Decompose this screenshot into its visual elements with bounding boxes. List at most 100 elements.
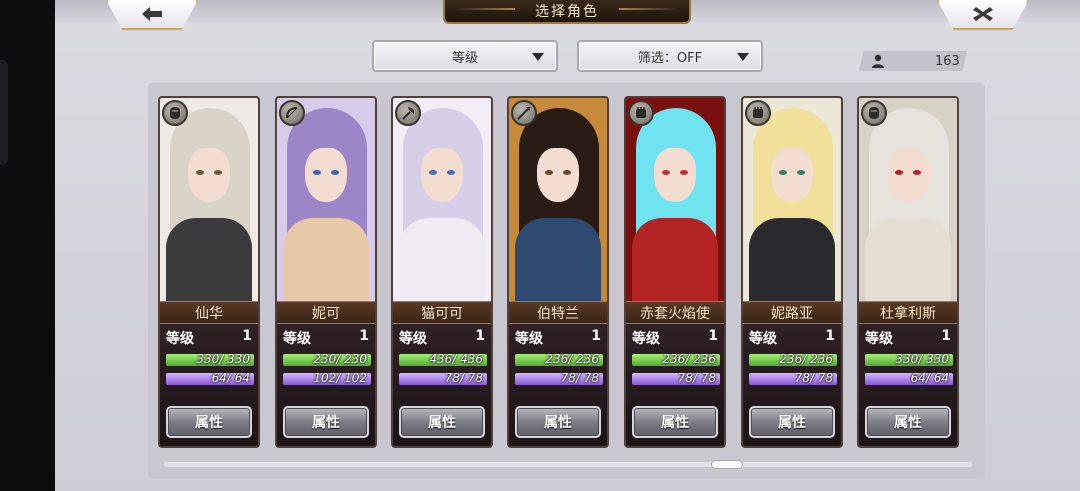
portrait-body	[749, 218, 835, 301]
portrait-eye	[779, 170, 787, 175]
character-portrait[interactable]	[277, 98, 375, 301]
device-bezel	[0, 0, 55, 491]
level-row: 等级 1	[632, 328, 718, 348]
portrait-face	[305, 148, 347, 202]
portrait-face	[771, 148, 813, 202]
mp-bar: 102/ 102	[283, 373, 371, 385]
hp-text: 330/ 330	[196, 354, 250, 366]
mp-text: 102/ 102	[313, 373, 367, 385]
character-stats: 等级 1 330/ 330 64/ 64 属性	[160, 324, 258, 446]
attributes-button[interactable]: 属性	[632, 406, 718, 438]
portrait-body	[865, 218, 951, 301]
fist-icon	[869, 107, 879, 119]
character-card[interactable]: 赤套火焰使 等级 1 236/ 236 78/ 78 属性	[624, 96, 726, 448]
level-label: 等级	[632, 331, 660, 347]
portrait-body	[399, 218, 485, 301]
character-portrait[interactable]	[859, 98, 957, 301]
portrait-eye	[662, 170, 670, 175]
character-portrait[interactable]	[743, 98, 841, 301]
filter-dropdown[interactable]: 筛选：OFF	[577, 40, 763, 72]
mp-bar: 78/ 78	[632, 373, 720, 385]
axe-icon	[402, 107, 415, 120]
sort-dropdown[interactable]: 等级	[372, 40, 558, 72]
gauntlet-icon	[636, 107, 646, 118]
level-value: 1	[708, 328, 718, 344]
horizontal-scrollbar[interactable]	[164, 462, 972, 467]
character-stats: 等级 1 230/ 230 102/ 102 属性	[277, 324, 375, 446]
portrait-eye	[214, 170, 222, 175]
mp-text: 78/ 78	[677, 373, 716, 385]
portrait-eye	[797, 170, 805, 175]
level-row: 等级 1	[399, 328, 485, 348]
camera-notch	[0, 60, 8, 165]
portrait-face	[887, 148, 929, 202]
mp-text: 64/ 64	[211, 373, 250, 385]
character-card[interactable]: 猫可可 等级 1 436/ 436 78/ 78 属性	[391, 96, 493, 448]
back-button[interactable]	[106, 0, 198, 30]
hp-text: 236/ 236	[779, 354, 833, 366]
character-card[interactable]: 妮路亚 等级 1 236/ 236 78/ 78 属性	[741, 96, 843, 448]
character-portrait[interactable]	[393, 98, 491, 301]
mp-bar: 78/ 78	[515, 373, 603, 385]
character-portrait[interactable]	[160, 98, 258, 301]
page-title: 选择角色	[443, 0, 691, 24]
hp-bar: 236/ 236	[632, 354, 720, 366]
portrait-eye	[563, 170, 571, 175]
portrait-eye	[895, 170, 903, 175]
attributes-button[interactable]: 属性	[749, 406, 835, 438]
attributes-button[interactable]: 属性	[166, 406, 252, 438]
mp-bar: 64/ 64	[166, 373, 254, 385]
portrait-face	[654, 148, 696, 202]
bow-icon	[286, 107, 298, 119]
character-card[interactable]: 杜拿利斯 等级 1 330/ 330 64/ 64 属性	[857, 96, 959, 448]
hp-bar: 330/ 330	[865, 354, 953, 366]
level-value: 1	[359, 328, 369, 344]
person-icon	[872, 54, 884, 68]
close-button[interactable]	[937, 0, 1029, 30]
portrait-eye	[913, 170, 921, 175]
hp-bar: 436/ 436	[399, 354, 487, 366]
character-card[interactable]: 伯特兰 等级 1 236/ 236 78/ 78 属性	[507, 96, 609, 448]
attributes-button[interactable]: 属性	[865, 406, 951, 438]
level-label: 等级	[865, 331, 893, 347]
hp-text: 436/ 436	[429, 354, 483, 366]
character-stats: 等级 1 236/ 236 78/ 78 属性	[509, 324, 607, 446]
level-value: 1	[242, 328, 252, 344]
level-value: 1	[825, 328, 835, 344]
hp-text: 330/ 330	[895, 354, 949, 366]
character-card[interactable]: 妮可 等级 1 230/ 230 102/ 102 属性	[275, 96, 377, 448]
class-badge	[162, 100, 188, 126]
chevron-down-icon	[737, 53, 749, 61]
portrait-eye	[680, 170, 688, 175]
character-stats: 等级 1 236/ 236 78/ 78 属性	[743, 324, 841, 446]
attributes-button[interactable]: 属性	[515, 406, 601, 438]
character-name: 猫可可	[393, 301, 491, 324]
sort-label: 等级	[451, 50, 478, 66]
filter-label: 筛选：OFF	[637, 50, 703, 66]
portrait-body	[515, 218, 601, 301]
roster-count: 163	[859, 51, 967, 71]
level-value: 1	[591, 328, 601, 344]
hp-text: 236/ 236	[662, 354, 716, 366]
portrait-face	[421, 148, 463, 202]
character-portrait[interactable]	[626, 98, 724, 301]
character-portrait[interactable]	[509, 98, 607, 301]
class-badge	[745, 100, 771, 126]
hp-text: 236/ 236	[545, 354, 599, 366]
attributes-button[interactable]: 属性	[399, 406, 485, 438]
character-name: 赤套火焰使	[626, 301, 724, 324]
scrollbar-thumb[interactable]	[711, 460, 743, 469]
level-label: 等级	[399, 331, 427, 347]
level-label: 等级	[515, 331, 543, 347]
character-card[interactable]: 仙华 等级 1 330/ 330 64/ 64 属性	[158, 96, 260, 448]
hp-text: 230/ 230	[313, 354, 367, 366]
level-row: 等级 1	[515, 328, 601, 348]
portrait-face	[188, 148, 230, 202]
hp-bar: 330/ 330	[166, 354, 254, 366]
gauntlet-icon	[753, 107, 763, 118]
character-list[interactable]: 仙华 等级 1 330/ 330 64/ 64 属性 妮可 等级 1 230/ …	[148, 83, 985, 479]
fist-icon	[170, 107, 180, 119]
attributes-button[interactable]: 属性	[283, 406, 369, 438]
level-label: 等级	[749, 331, 777, 347]
portrait-eye	[429, 170, 437, 175]
